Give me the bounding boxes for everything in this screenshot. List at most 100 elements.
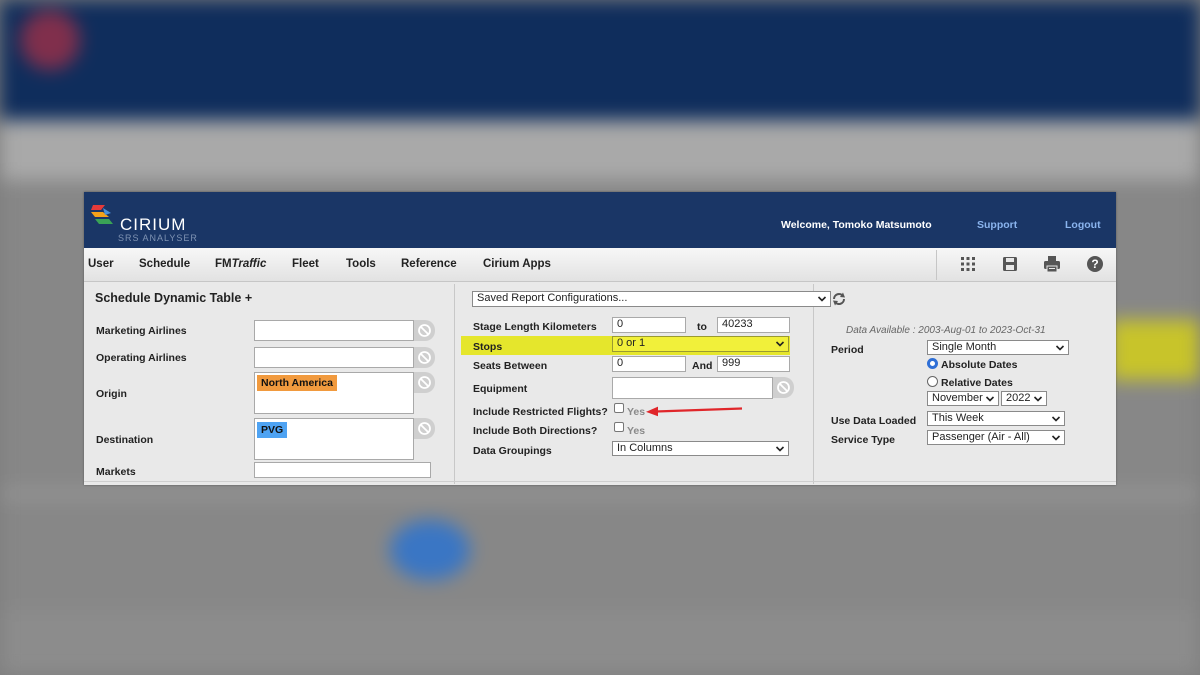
menu-schedule[interactable]: Schedule <box>139 258 190 270</box>
include-restricted-label: Include Restricted Flights? <box>473 406 608 418</box>
pane-divider <box>813 284 814 484</box>
data-groupings-label: Data Groupings <box>473 445 552 457</box>
year-value: 2022 <box>1006 392 1031 404</box>
page-title: Schedule Dynamic Table + <box>95 291 253 305</box>
welcome-text: Welcome, Tomoko Matsumoto <box>781 219 932 231</box>
markets-input[interactable] <box>254 462 431 478</box>
operating-airlines-clear-button[interactable] <box>414 347 435 368</box>
saved-report-configurations-value: Saved Report Configurations... <box>477 292 628 304</box>
service-type-value: Passenger (Air - All) <box>932 431 1030 443</box>
stops-select[interactable]: 0 or 1 <box>612 336 789 352</box>
operating-airlines-input[interactable] <box>254 347 414 368</box>
service-type-select[interactable]: Passenger (Air - All) <box>927 430 1065 445</box>
include-both-directions-yes-label: Yes <box>627 425 646 437</box>
chevron-down-icon <box>1051 416 1061 422</box>
period-select[interactable]: Single Month <box>927 340 1069 355</box>
marketing-airlines-label: Marketing Airlines <box>96 325 187 337</box>
menu-fm-label: FM <box>215 258 232 270</box>
absolute-dates-label: Absolute Dates <box>941 359 1018 371</box>
stage-length-to-input[interactable]: 40233 <box>717 317 790 333</box>
apps-grid-icon[interactable] <box>958 254 978 274</box>
clear-icon <box>418 376 431 389</box>
stage-length-to-label: to <box>697 321 707 333</box>
equipment-clear-button[interactable] <box>773 377 794 398</box>
include-both-directions-label: Include Both Directions? <box>473 425 598 437</box>
include-restricted-checkbox[interactable] <box>614 403 624 413</box>
marketing-airlines-clear-button[interactable] <box>414 320 435 341</box>
stops-label: Stops <box>473 341 503 353</box>
menu-user[interactable]: User <box>88 258 114 270</box>
use-data-loaded-select[interactable]: This Week <box>927 411 1065 426</box>
include-restricted-yes-label: Yes <box>627 406 646 418</box>
seats-between-label: Seats Between <box>473 360 548 372</box>
menu-tools[interactable]: Tools <box>346 258 376 270</box>
clear-icon <box>418 422 431 435</box>
refresh-icon[interactable] <box>831 291 847 307</box>
support-link[interactable]: Support <box>977 219 1017 231</box>
help-icon[interactable]: ? <box>1085 254 1105 274</box>
menu-fleet[interactable]: Fleet <box>292 258 319 270</box>
data-groupings-value: In Columns <box>617 442 673 454</box>
include-both-directions-checkbox[interactable] <box>614 422 624 432</box>
equipment-label: Equipment <box>473 383 528 395</box>
cirium-logo: CIRIUM SRS ANALYSER <box>91 203 201 243</box>
data-available-text: Data Available : 2003-Aug-01 to 2023-Oct… <box>846 325 1046 336</box>
markets-label: Markets <box>96 466 136 478</box>
clear-icon <box>777 381 790 394</box>
absolute-dates-radio[interactable] <box>927 358 938 369</box>
operating-airlines-label: Operating Airlines <box>96 352 187 364</box>
stage-length-label: Stage Length Kilometers <box>473 321 597 333</box>
menu-fmtraffic[interactable]: FMTraffic <box>215 258 266 270</box>
chevron-down-icon <box>775 446 785 452</box>
panel-bottom-divider <box>84 481 1116 482</box>
svg-text:?: ? <box>1091 257 1098 271</box>
red-arrow-annotation <box>646 406 743 417</box>
equipment-input[interactable] <box>612 377 773 399</box>
marketing-airlines-input[interactable] <box>254 320 414 341</box>
period-value: Single Month <box>932 341 997 353</box>
chevron-down-icon <box>985 396 995 402</box>
destination-tag[interactable]: PVG <box>257 422 288 438</box>
chevron-down-icon <box>1033 396 1043 402</box>
use-data-loaded-label: Use Data Loaded <box>831 415 917 427</box>
menu-traffic-label: Traffic <box>231 258 267 270</box>
month-select[interactable]: November <box>927 391 999 406</box>
year-select[interactable]: 2022 <box>1001 391 1047 406</box>
use-data-loaded-value: This Week <box>932 412 984 424</box>
stage-length-from-input[interactable]: 0 <box>612 317 686 333</box>
data-groupings-select[interactable]: In Columns <box>612 441 789 456</box>
print-icon[interactable] <box>1042 254 1062 274</box>
destination-label: Destination <box>96 434 154 446</box>
period-label: Period <box>831 344 864 356</box>
toolbar-divider <box>936 250 937 280</box>
clear-icon <box>418 351 431 364</box>
app-window: CIRIUM SRS ANALYSER Welcome, Tomoko Mats… <box>84 192 1116 485</box>
service-type-label: Service Type <box>831 434 896 446</box>
seats-from-input[interactable]: 0 <box>612 356 686 372</box>
pane-divider <box>454 284 455 484</box>
relative-dates-radio[interactable] <box>927 376 938 387</box>
seats-to-input[interactable]: 999 <box>717 356 790 372</box>
app-header: CIRIUM SRS ANALYSER Welcome, Tomoko Mats… <box>84 192 1116 248</box>
chevron-down-icon <box>1055 345 1065 351</box>
chevron-down-icon <box>775 341 785 347</box>
logout-link[interactable]: Logout <box>1065 219 1101 231</box>
destination-clear-button[interactable] <box>414 418 435 439</box>
menu-cirium-apps[interactable]: Cirium Apps <box>483 258 551 270</box>
month-value: November <box>932 392 983 404</box>
cirium-logo-icon <box>91 205 113 224</box>
brand-name: CIRIUM <box>120 215 187 234</box>
chevron-down-icon <box>817 296 827 302</box>
relative-dates-label: Relative Dates <box>941 377 1013 389</box>
stops-value: 0 or 1 <box>617 337 646 349</box>
saved-report-configurations-select[interactable]: Saved Report Configurations... <box>472 291 831 307</box>
origin-tag[interactable]: North America <box>257 375 337 391</box>
save-icon[interactable] <box>1000 254 1020 274</box>
menu-bar: User Schedule FMTraffic Fleet Tools Refe… <box>84 248 1116 282</box>
origin-clear-button[interactable] <box>414 372 435 393</box>
chevron-down-icon <box>1051 435 1061 441</box>
brand-subtitle: SRS ANALYSER <box>118 233 198 243</box>
origin-label: Origin <box>96 388 127 400</box>
menu-reference[interactable]: Reference <box>401 258 457 270</box>
clear-icon <box>418 324 431 337</box>
